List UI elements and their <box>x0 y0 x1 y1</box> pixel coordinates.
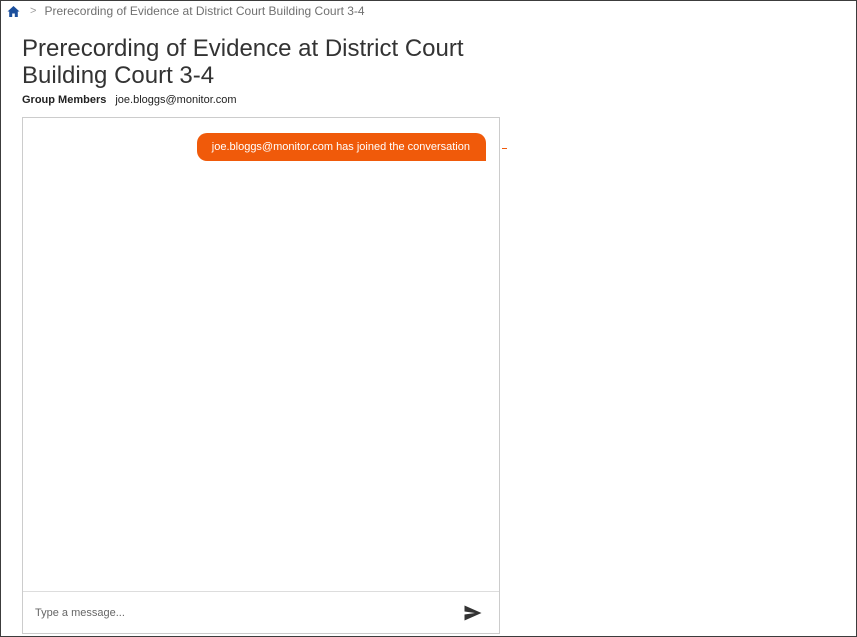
breadcrumb-separator: > <box>30 5 37 17</box>
group-members-value: joe.bloggs@monitor.com <box>115 94 237 106</box>
app-window: > Prerecording of Evidence at District C… <box>0 0 857 637</box>
send-button[interactable] <box>461 601 485 625</box>
group-members-label: Group Members <box>22 94 107 106</box>
chat-input-bar <box>23 591 499 633</box>
page-title: Prerecording of Evidence at District Cou… <box>22 35 464 89</box>
chat-panel: joe.bloggs@monitor.com has joined the co… <box>22 117 500 634</box>
group-members: Group Members joe.bloggs@monitor.com <box>22 94 237 106</box>
breadcrumb: > Prerecording of Evidence at District C… <box>7 4 365 18</box>
chat-messages[interactable]: joe.bloggs@monitor.com has joined the co… <box>23 118 499 592</box>
message-status-indicator <box>502 148 507 149</box>
message-bubble: joe.bloggs@monitor.com has joined the co… <box>196 133 486 161</box>
home-icon[interactable] <box>7 5 20 18</box>
message-input[interactable] <box>35 597 461 628</box>
breadcrumb-current: Prerecording of Evidence at District Cou… <box>44 4 365 18</box>
send-icon <box>464 605 482 621</box>
